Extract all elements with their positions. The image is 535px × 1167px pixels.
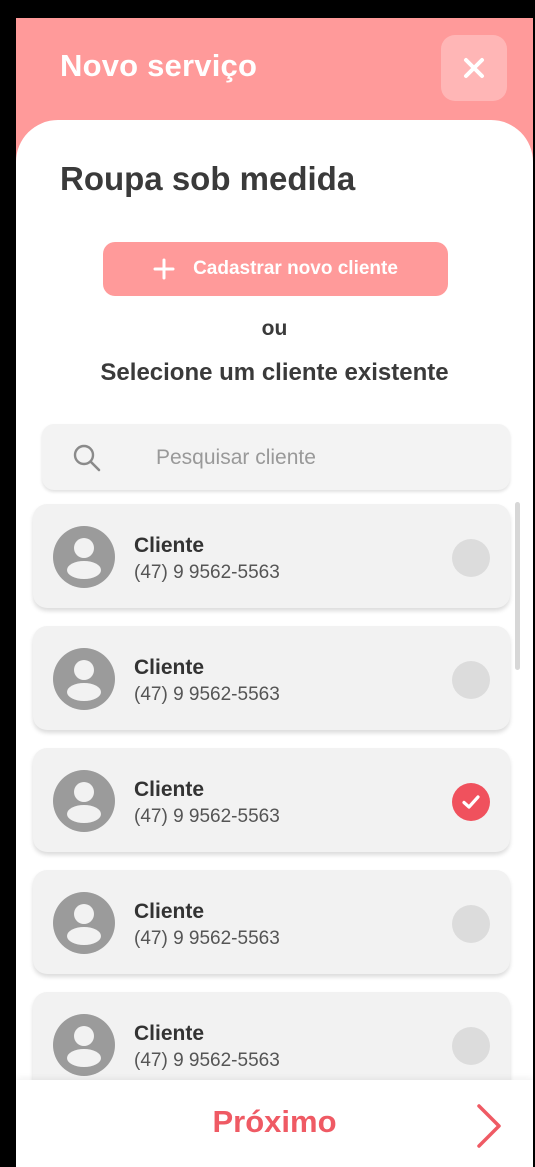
search-box — [42, 424, 510, 490]
page-title: Novo serviço — [60, 48, 258, 83]
footer-bar: Próximo — [16, 1080, 533, 1167]
search-input[interactable] — [154, 440, 488, 476]
client-card[interactable]: Cliente (47) 9 9562-5563 — [33, 626, 510, 730]
client-phone: (47) 9 9562-5563 — [134, 562, 280, 583]
select-client-heading: Selecione um cliente existente — [100, 359, 449, 386]
select-radio[interactable] — [452, 1027, 490, 1065]
client-name: Cliente — [134, 778, 205, 801]
avatar-icon — [53, 526, 115, 588]
close-icon — [464, 58, 484, 78]
client-phone: (47) 9 9562-5563 — [134, 684, 280, 705]
avatar-icon — [53, 770, 115, 832]
search-icon — [73, 444, 101, 472]
client-card[interactable]: Cliente (47) 9 9562-5563 — [33, 870, 510, 974]
add-client-label: Cadastrar novo cliente — [193, 258, 398, 279]
service-title: Roupa sob medida — [60, 160, 356, 197]
chevron-right-icon[interactable] — [474, 1102, 504, 1150]
content-sheet: Roupa sob medida Cadastrar novo cliente … — [16, 120, 533, 1167]
select-radio-checked[interactable] — [452, 783, 490, 821]
or-text: ou — [261, 317, 288, 340]
client-name: Cliente — [134, 656, 205, 679]
avatar-icon — [53, 892, 115, 954]
add-client-button[interactable]: Cadastrar novo cliente — [103, 242, 448, 296]
check-icon — [462, 795, 480, 809]
plus-icon — [153, 258, 175, 280]
client-name: Cliente — [134, 900, 205, 923]
scrollbar[interactable] — [515, 502, 520, 670]
avatar-icon — [53, 648, 115, 710]
select-radio[interactable] — [452, 539, 490, 577]
select-radio[interactable] — [452, 905, 490, 943]
app-frame: Novo serviço Roupa sob medida Cadastrar … — [16, 18, 533, 1167]
client-name: Cliente — [134, 1022, 205, 1045]
select-radio[interactable] — [452, 661, 490, 699]
client-name: Cliente — [134, 534, 205, 557]
client-card[interactable]: Cliente (47) 9 9562-5563 — [33, 504, 510, 608]
client-phone: (47) 9 9562-5563 — [134, 928, 280, 949]
client-phone: (47) 9 9562-5563 — [134, 1050, 280, 1071]
close-button[interactable] — [441, 35, 507, 101]
client-card-selected[interactable]: Cliente (47) 9 9562-5563 — [33, 748, 510, 852]
next-button[interactable]: Próximo — [16, 1104, 533, 1140]
avatar-icon — [53, 1014, 115, 1076]
client-phone: (47) 9 9562-5563 — [134, 806, 280, 827]
